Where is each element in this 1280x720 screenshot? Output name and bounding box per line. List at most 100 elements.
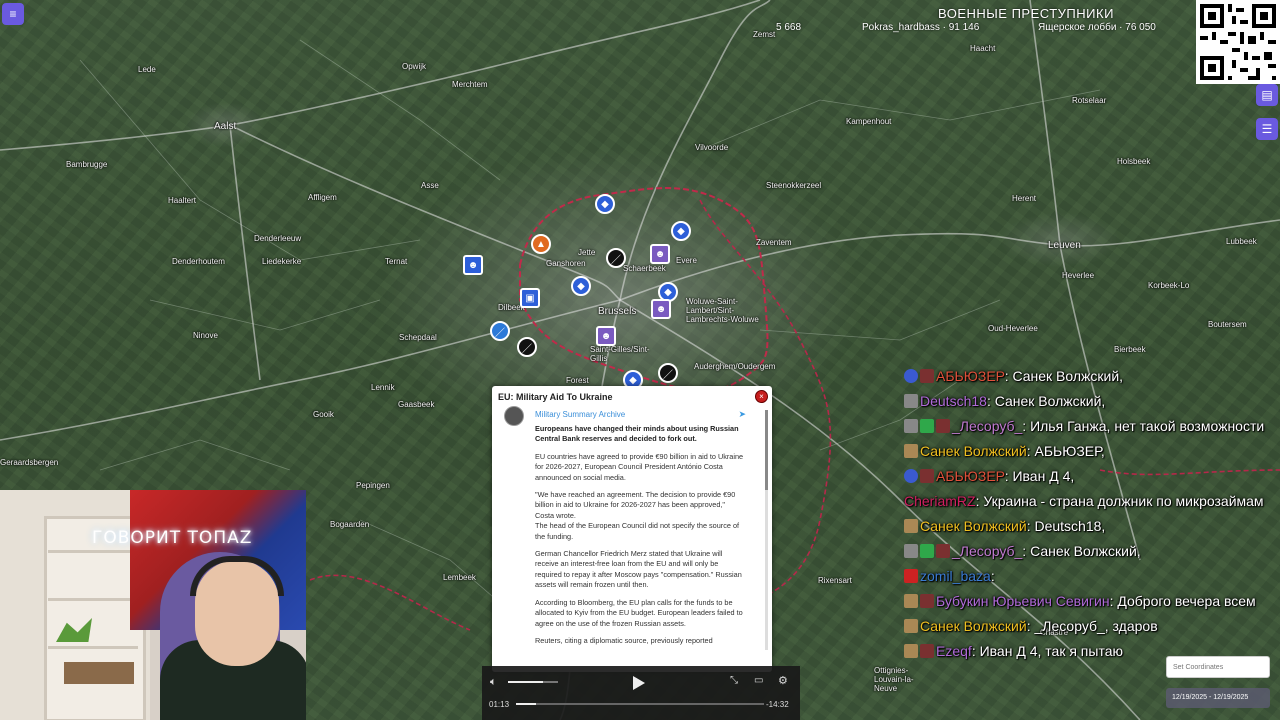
chat-text: Deutsch18, bbox=[1034, 518, 1106, 534]
leader-marker[interactable]: ☻ bbox=[650, 244, 670, 264]
chat-username[interactable]: _Лесоруб_ bbox=[952, 418, 1022, 434]
chat-badge-icon bbox=[936, 419, 950, 433]
volume-icon[interactable]: 🔈︎ bbox=[490, 676, 497, 689]
post-lead: Europeans have changed their minds about… bbox=[535, 424, 739, 444]
channel-name[interactable]: Military Summary Archive bbox=[535, 410, 625, 419]
chat-message: Санек Волжский: _Лесоруб_, здаров bbox=[904, 616, 1280, 636]
post-paragraph: According to Bloomberg, the EU plan call… bbox=[535, 597, 743, 628]
chat-username[interactable]: zomil_baza bbox=[920, 568, 991, 584]
border-line bbox=[309, 574, 471, 631]
minimize-icon[interactable]: ⤡ bbox=[730, 675, 738, 686]
city-label: Merchtem bbox=[452, 80, 488, 89]
city-label: Rotselaar bbox=[1072, 96, 1107, 105]
leader-marker[interactable]: ☻ bbox=[651, 299, 671, 319]
chat-text: Илья Ганжа, нет такой возможности bbox=[1030, 418, 1265, 434]
city-label: Gooik bbox=[313, 410, 334, 419]
chat-username[interactable]: Санек Волжский bbox=[920, 443, 1027, 459]
chat-badge-icon bbox=[904, 394, 918, 408]
city-label: Jette bbox=[578, 248, 596, 257]
chat-username[interactable]: _Лесоруб_ bbox=[952, 543, 1022, 559]
city-label: Opwijk bbox=[402, 62, 427, 71]
city-label: Lubbeek bbox=[1226, 237, 1257, 246]
chat-username[interactable]: Ezeqf bbox=[936, 643, 972, 659]
city-label: Rixensart bbox=[818, 576, 852, 585]
city-label: Vilvoorde bbox=[695, 143, 729, 152]
hud-player-score: Ящерское лобби · 76 050 bbox=[1038, 22, 1156, 33]
play-icon[interactable] bbox=[632, 675, 646, 691]
chat-badge-icon bbox=[920, 594, 934, 608]
chat-username[interactable]: АБЬЮЗЕР bbox=[936, 368, 1005, 384]
military-unit-marker[interactable]: ▲ bbox=[531, 234, 551, 254]
leader-marker[interactable]: ☻ bbox=[596, 326, 616, 346]
chat-badge-icon bbox=[904, 619, 918, 633]
pip-icon[interactable]: ▭ bbox=[754, 675, 763, 686]
chat-username[interactable]: АБЬЮЗЕР bbox=[936, 468, 1005, 484]
city-label: Aalst bbox=[214, 121, 237, 132]
chat-badge-icon bbox=[920, 469, 934, 483]
chat-badge-icon bbox=[904, 594, 918, 608]
city-label: Steenokkerzeel bbox=[766, 181, 822, 190]
post-paragraph: German Chancellor Friedrich Merz stated … bbox=[535, 549, 742, 590]
city-label: Woluwe-Saint-Lambert/Sint-Lambrechts-Wol… bbox=[686, 297, 759, 324]
city-label: Kampenhout bbox=[846, 117, 892, 126]
city-label: Asse bbox=[421, 181, 439, 190]
chat-username[interactable]: Бубукин Юрьевич Севигин bbox=[936, 593, 1110, 609]
city-label: Pepingen bbox=[356, 481, 390, 490]
chat-badge-icon bbox=[920, 369, 934, 383]
chat-separator: : bbox=[971, 643, 980, 659]
city-label: Haacht bbox=[970, 44, 996, 53]
popup-title: EU: Military Aid To Ukraine bbox=[498, 392, 613, 402]
military-unit-marker[interactable]: ◆ bbox=[671, 221, 691, 241]
chat-text: Санек Волжский, bbox=[1012, 368, 1124, 384]
qr-code bbox=[1196, 0, 1280, 84]
chat-username[interactable]: CheriamRZ bbox=[904, 493, 976, 509]
chat-text: Иван Д 4, так я пытаю bbox=[979, 643, 1123, 659]
military-unit-marker[interactable]: ◆ bbox=[595, 194, 615, 214]
news-popup[interactable]: EU: Military Aid To Ukraine × Military S… bbox=[492, 386, 772, 672]
chat-badge-icon bbox=[904, 369, 918, 383]
chat-username[interactable]: Deutsch18 bbox=[920, 393, 987, 409]
city-label: Ninove bbox=[193, 331, 218, 340]
chat-text: Украина - страна должник по микрозаймам bbox=[983, 493, 1264, 509]
chat-badge-icon bbox=[920, 644, 934, 658]
city-label: Holsbeek bbox=[1117, 157, 1151, 166]
city-label: Evere bbox=[676, 256, 697, 265]
chat-username[interactable]: Санек Волжский bbox=[920, 518, 1027, 534]
volume-slider[interactable] bbox=[508, 681, 558, 683]
settings-icon[interactable]: ⚙ bbox=[778, 674, 788, 687]
chat-separator: : bbox=[1022, 418, 1031, 434]
streamer-webcam: ГОВОРИТ ТОПАZ bbox=[0, 490, 306, 720]
missile-marker[interactable]: ／ bbox=[658, 363, 678, 383]
chat-message: zomil_baza: bbox=[904, 566, 1280, 586]
leader-marker[interactable]: ☻ bbox=[463, 255, 483, 275]
close-icon[interactable]: × bbox=[755, 390, 768, 403]
missile-marker[interactable]: ／ bbox=[606, 248, 626, 268]
post-paragraph: EU countries have agreed to provide €90 … bbox=[535, 451, 744, 482]
city-label: Bierbeek bbox=[1114, 345, 1146, 354]
city-label: Zemst bbox=[753, 30, 776, 39]
media-marker[interactable]: ▣ bbox=[520, 288, 540, 308]
list-icon[interactable]: ☰ bbox=[1256, 118, 1278, 140]
menu-icon[interactable]: ≡ bbox=[2, 3, 24, 25]
date-range[interactable]: 12/19/2025 - 12/19/2025 bbox=[1166, 688, 1270, 708]
missile-marker[interactable]: ／ bbox=[517, 337, 537, 357]
chat-badge-icon bbox=[904, 419, 918, 433]
chat-message: _Лесоруб_: Санек Волжский, bbox=[904, 541, 1280, 561]
chat-badge-icon bbox=[904, 444, 918, 458]
telegram-icon: ➤ bbox=[738, 409, 746, 419]
popup-scrollbar[interactable] bbox=[765, 410, 768, 650]
post-paragraph: "We have reached an agreement. The decis… bbox=[535, 490, 740, 541]
chat-separator: : bbox=[990, 568, 995, 584]
military-unit-marker[interactable]: ／ bbox=[490, 321, 510, 341]
military-unit-marker[interactable]: ◆ bbox=[571, 276, 591, 296]
chat-username[interactable]: Санек Волжский bbox=[920, 618, 1027, 634]
time-elapsed: 01:13 bbox=[489, 700, 510, 709]
chat-message: Deutsch18: Санек Волжский, bbox=[904, 391, 1280, 411]
set-coordinates-input[interactable]: Set Coordinates bbox=[1166, 656, 1270, 678]
map-icon[interactable]: ▤ bbox=[1256, 84, 1278, 106]
chat-separator: : bbox=[986, 393, 995, 409]
hud-player-score: Pokras_hardbass · 91 146 bbox=[862, 22, 980, 33]
chat-text: Доброго вечера всем bbox=[1117, 593, 1256, 609]
seek-bar[interactable] bbox=[516, 703, 764, 705]
city-label: Forest bbox=[566, 376, 589, 385]
